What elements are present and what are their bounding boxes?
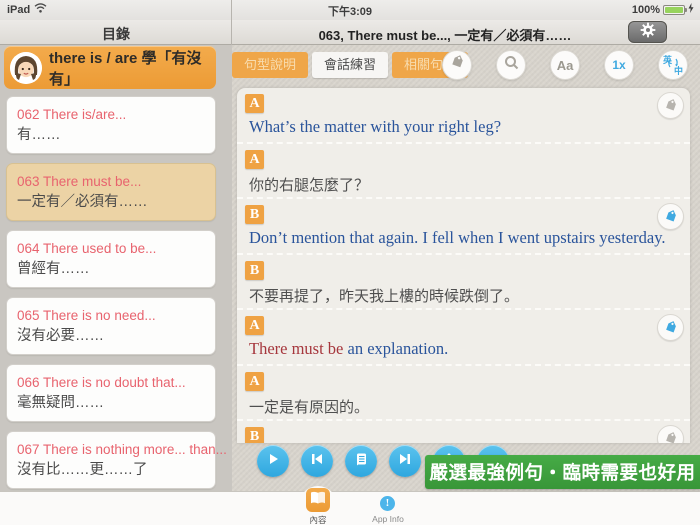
lesson-title: 063 There must be...	[17, 172, 205, 192]
charging-bolt-icon	[688, 3, 694, 16]
conversation-row[interactable]: A 一定是有原因的。	[237, 366, 690, 422]
lesson-title: 067 There is nothing more... than...	[17, 440, 205, 460]
tag-sentence-button-active[interactable]	[657, 314, 684, 341]
app-screen: iPad 下午3:09 100% 目錄 063, There must be..…	[0, 0, 700, 525]
speaker-badge: B	[245, 261, 264, 280]
promo-text: 嚴選最強例句・臨時需要也好用	[429, 459, 695, 485]
tag-sentence-button[interactable]	[657, 425, 684, 443]
avatar	[10, 52, 42, 84]
pattern-highlight: There must be	[249, 339, 343, 358]
app-info-tab-label[interactable]: App Info	[366, 514, 410, 524]
tab-conversation-practice[interactable]: 會話練習	[312, 52, 388, 78]
transcript-icon	[354, 452, 368, 471]
conversation-row[interactable]: B Don’t mention that again. I fell when …	[237, 199, 690, 255]
info-exclamation-icon: !	[386, 497, 390, 509]
content-tab[interactable]	[306, 488, 330, 512]
playback-speed-button[interactable]: 1x	[604, 50, 634, 80]
sentence-english: Don’t mention that again. I fell when I …	[249, 228, 666, 248]
lesson-item-064[interactable]: 064 There used to be... 曾經有……	[6, 230, 216, 288]
next-button[interactable]	[389, 445, 421, 477]
promo-banner: 嚴選最強例句・臨時需要也好用	[425, 455, 700, 489]
lesson-subtitle: 有……	[17, 125, 205, 146]
bottom-tab-bar: 內容 ! App Info	[0, 491, 700, 525]
gear-icon	[640, 22, 656, 43]
conversation-row[interactable]: A What’s the matter with your right leg?	[237, 88, 690, 144]
translate-toggle-button[interactable]: 英 中	[658, 50, 688, 80]
lesson-title: 064 There used to be...	[17, 239, 205, 259]
search-icon	[504, 55, 519, 75]
font-size-button[interactable]: Aa	[550, 50, 580, 80]
battery-percent: 100%	[632, 4, 660, 16]
play-icon	[266, 452, 280, 471]
previous-button[interactable]	[301, 445, 333, 477]
transcript-button[interactable]	[345, 445, 377, 477]
app-info-tab[interactable]: !	[380, 496, 395, 511]
lesson-item-067[interactable]: 067 There is nothing more... than... 沒有比…	[6, 431, 216, 489]
speaker-badge: A	[245, 372, 264, 391]
translate-from-label: 英	[663, 53, 672, 66]
tag-sentence-button-active[interactable]	[657, 203, 684, 230]
speaker-badge: A	[245, 150, 264, 169]
skip-forward-icon	[398, 452, 412, 471]
sidebar-title: 目錄	[0, 24, 232, 44]
lesson-subtitle: 毫無疑問……	[17, 393, 205, 414]
lesson-title: 062 There is/are...	[17, 105, 205, 125]
content-tab-label[interactable]: 內容	[299, 514, 337, 525]
tag-filter-button[interactable]	[442, 50, 472, 80]
font-size-icon: Aa	[557, 58, 574, 73]
skip-back-icon	[310, 452, 324, 471]
speaker-badge: A	[245, 94, 264, 113]
lesson-item-062[interactable]: 062 There is/are... 有……	[6, 96, 216, 154]
page-title: 063, There must be..., 一定有／必須有……	[260, 25, 630, 44]
lesson-item-063[interactable]: 063 There must be... 一定有／必須有……	[6, 163, 216, 221]
conversation-row[interactable]: B	[237, 421, 690, 443]
battery-icon	[663, 5, 685, 15]
lesson-title: 065 There is no need...	[17, 306, 205, 326]
lesson-subtitle: 沒有必要……	[17, 326, 205, 347]
lesson-subtitle: 一定有／必須有……	[17, 192, 205, 213]
lesson-title: 066 There is no doubt that...	[17, 373, 205, 393]
lesson-subtitle: 沒有比……更……了	[17, 460, 205, 481]
status-bar: iPad 下午3:09 100%	[0, 0, 700, 20]
tag-icon	[450, 55, 465, 75]
speed-icon: 1x	[612, 58, 625, 72]
settings-button[interactable]	[628, 21, 667, 43]
battery-group: 100%	[632, 3, 694, 16]
lesson-item-066[interactable]: 066 There is no doubt that... 毫無疑問……	[6, 364, 216, 422]
toolbar: Aa 1x 英 中	[442, 50, 688, 80]
nav-bar: 目錄 063, There must be..., 一定有／必須有……	[0, 20, 700, 45]
tag-sentence-button[interactable]	[657, 92, 684, 119]
lesson-sidebar[interactable]: there is / are 學「有沒有」 062 There is/are..…	[0, 45, 232, 491]
clock: 下午3:09	[0, 3, 700, 19]
lesson-subtitle: 曾經有……	[17, 259, 205, 280]
speaker-badge: B	[245, 205, 264, 224]
unit-label: there is / are 學「有沒有」	[49, 47, 216, 89]
sentence-english: There must be an explanation.	[249, 339, 448, 359]
lesson-item-065[interactable]: 065 There is no need... 沒有必要……	[6, 297, 216, 355]
pane-divider	[231, 0, 232, 45]
book-icon	[310, 491, 326, 510]
sentence-chinese: 你的右腿怎麼了？	[249, 174, 369, 195]
translate-to-label: 中	[674, 64, 683, 77]
tab-pattern-explanation[interactable]: 句型說明	[232, 52, 308, 78]
speaker-badge: A	[245, 316, 264, 335]
section-tabs: 句型說明 會話練習 相關句型	[232, 52, 468, 78]
speaker-badge: B	[245, 427, 264, 443]
sentence-rest: an explanation.	[343, 339, 448, 358]
conversation-row[interactable]: B 不要再提了，昨天我上樓的時候跌倒了。	[237, 255, 690, 311]
sentence-chinese: 一定是有原因的。	[249, 396, 369, 417]
sentence-chinese: 不要再提了，昨天我上樓的時候跌倒了。	[249, 285, 519, 306]
sentence-english: What’s the matter with your right leg?	[249, 117, 501, 137]
conversation-row[interactable]: A There must be an explanation.	[237, 310, 690, 366]
search-button[interactable]	[496, 50, 526, 80]
conversation-row[interactable]: A 你的右腿怎麼了？	[237, 144, 690, 200]
conversation-panel[interactable]: A What’s the matter with your right leg?…	[237, 88, 690, 443]
current-unit-header[interactable]: there is / are 學「有沒有」	[4, 46, 216, 89]
play-button[interactable]	[257, 445, 289, 477]
